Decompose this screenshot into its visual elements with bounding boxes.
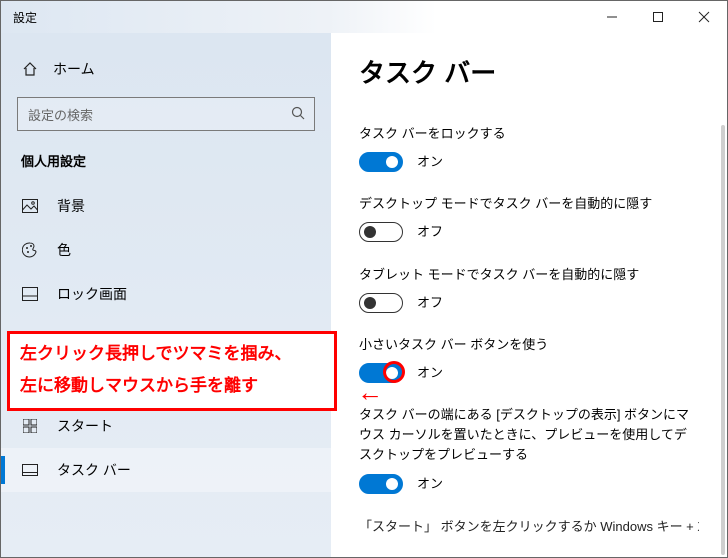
sidebar-item-label: 色 bbox=[57, 240, 71, 260]
lockscreen-icon bbox=[21, 287, 39, 301]
setting-peek-preview: タスク バーの端にある [デスクトップの表示] ボタンにマウス カーソルを置いた… bbox=[359, 405, 699, 494]
taskbar-icon bbox=[21, 464, 39, 476]
toggle-peek-preview[interactable] bbox=[359, 474, 403, 494]
window-controls bbox=[589, 1, 727, 33]
cutoff-text: 「スタート」 ボタンを左クリックするか Windows キー + X キ bbox=[359, 516, 699, 535]
titlebar: 設定 bbox=[1, 1, 727, 33]
sidebar-item-colors[interactable]: 色 bbox=[1, 228, 331, 272]
setting-label: タブレット モードでタスク バーを自動的に隠す bbox=[359, 265, 699, 285]
toggle-small-buttons[interactable] bbox=[359, 363, 403, 383]
minimize-button[interactable] bbox=[589, 1, 635, 33]
setting-small-buttons: 小さいタスク バー ボタンを使う オン ← bbox=[359, 335, 699, 383]
home-label: ホーム bbox=[53, 59, 95, 79]
section-title: 個人用設定 bbox=[1, 147, 331, 184]
palette-icon bbox=[21, 242, 39, 258]
setting-label: タスク バーの端にある [デスクトップの表示] ボタンにマウス カーソルを置いた… bbox=[359, 405, 699, 465]
search-placeholder: 設定の検索 bbox=[28, 105, 93, 124]
annotation-line1: 左クリック長押しでツマミを掴み、 bbox=[20, 342, 324, 366]
search-icon bbox=[290, 105, 306, 124]
toggle-autohide-tablet[interactable] bbox=[359, 293, 403, 313]
scrollbar[interactable] bbox=[721, 125, 725, 555]
toggle-state: オフ bbox=[417, 222, 443, 242]
sidebar-item-label: 背景 bbox=[57, 196, 85, 216]
content-pane: タスク バー タスク バーをロックする オン デスクトップ モードでタスク バー… bbox=[331, 33, 727, 557]
image-icon bbox=[21, 199, 39, 213]
toggle-state: オフ bbox=[417, 293, 443, 313]
toggle-autohide-desktop[interactable] bbox=[359, 222, 403, 242]
sidebar: ホーム 設定の検索 個人用設定 背景 色 bbox=[1, 33, 331, 557]
toggle-lock-taskbar[interactable] bbox=[359, 152, 403, 172]
toggle-state: オン bbox=[417, 474, 443, 494]
setting-label: デスクトップ モードでタスク バーを自動的に隠す bbox=[359, 194, 699, 214]
start-icon bbox=[21, 419, 39, 433]
page-title: タスク バー bbox=[359, 53, 699, 90]
sidebar-item-label: スタート bbox=[57, 416, 113, 436]
toggle-state: オン bbox=[417, 152, 443, 172]
close-button[interactable] bbox=[681, 1, 727, 33]
annotation-callout: 左クリック長押しでツマミを掴み、 左に移動しマウスから手を離す bbox=[7, 331, 337, 411]
toggle-state: オン bbox=[417, 363, 443, 383]
maximize-button[interactable] bbox=[635, 1, 681, 33]
sidebar-item-label: タスク バー bbox=[57, 460, 131, 480]
search-input[interactable]: 設定の検索 bbox=[17, 97, 315, 131]
setting-autohide-tablet: タブレット モードでタスク バーを自動的に隠す オフ bbox=[359, 265, 699, 313]
sidebar-item-taskbar[interactable]: タスク バー bbox=[1, 448, 331, 492]
sidebar-item-background[interactable]: 背景 bbox=[1, 184, 331, 228]
home-nav[interactable]: ホーム bbox=[1, 53, 331, 97]
home-icon bbox=[21, 61, 39, 77]
sidebar-item-start[interactable]: スタート bbox=[1, 404, 331, 448]
setting-label: 小さいタスク バー ボタンを使う bbox=[359, 335, 699, 355]
setting-autohide-desktop: デスクトップ モードでタスク バーを自動的に隠す オフ bbox=[359, 194, 699, 242]
window-title: 設定 bbox=[13, 9, 589, 26]
annotation-line2: 左に移動しマウスから手を離す bbox=[20, 374, 324, 398]
sidebar-item-label: ロック画面 bbox=[57, 284, 127, 304]
setting-lock-taskbar: タスク バーをロックする オン bbox=[359, 124, 699, 172]
setting-label: タスク バーをロックする bbox=[359, 124, 699, 144]
sidebar-item-lockscreen[interactable]: ロック画面 bbox=[1, 272, 331, 316]
